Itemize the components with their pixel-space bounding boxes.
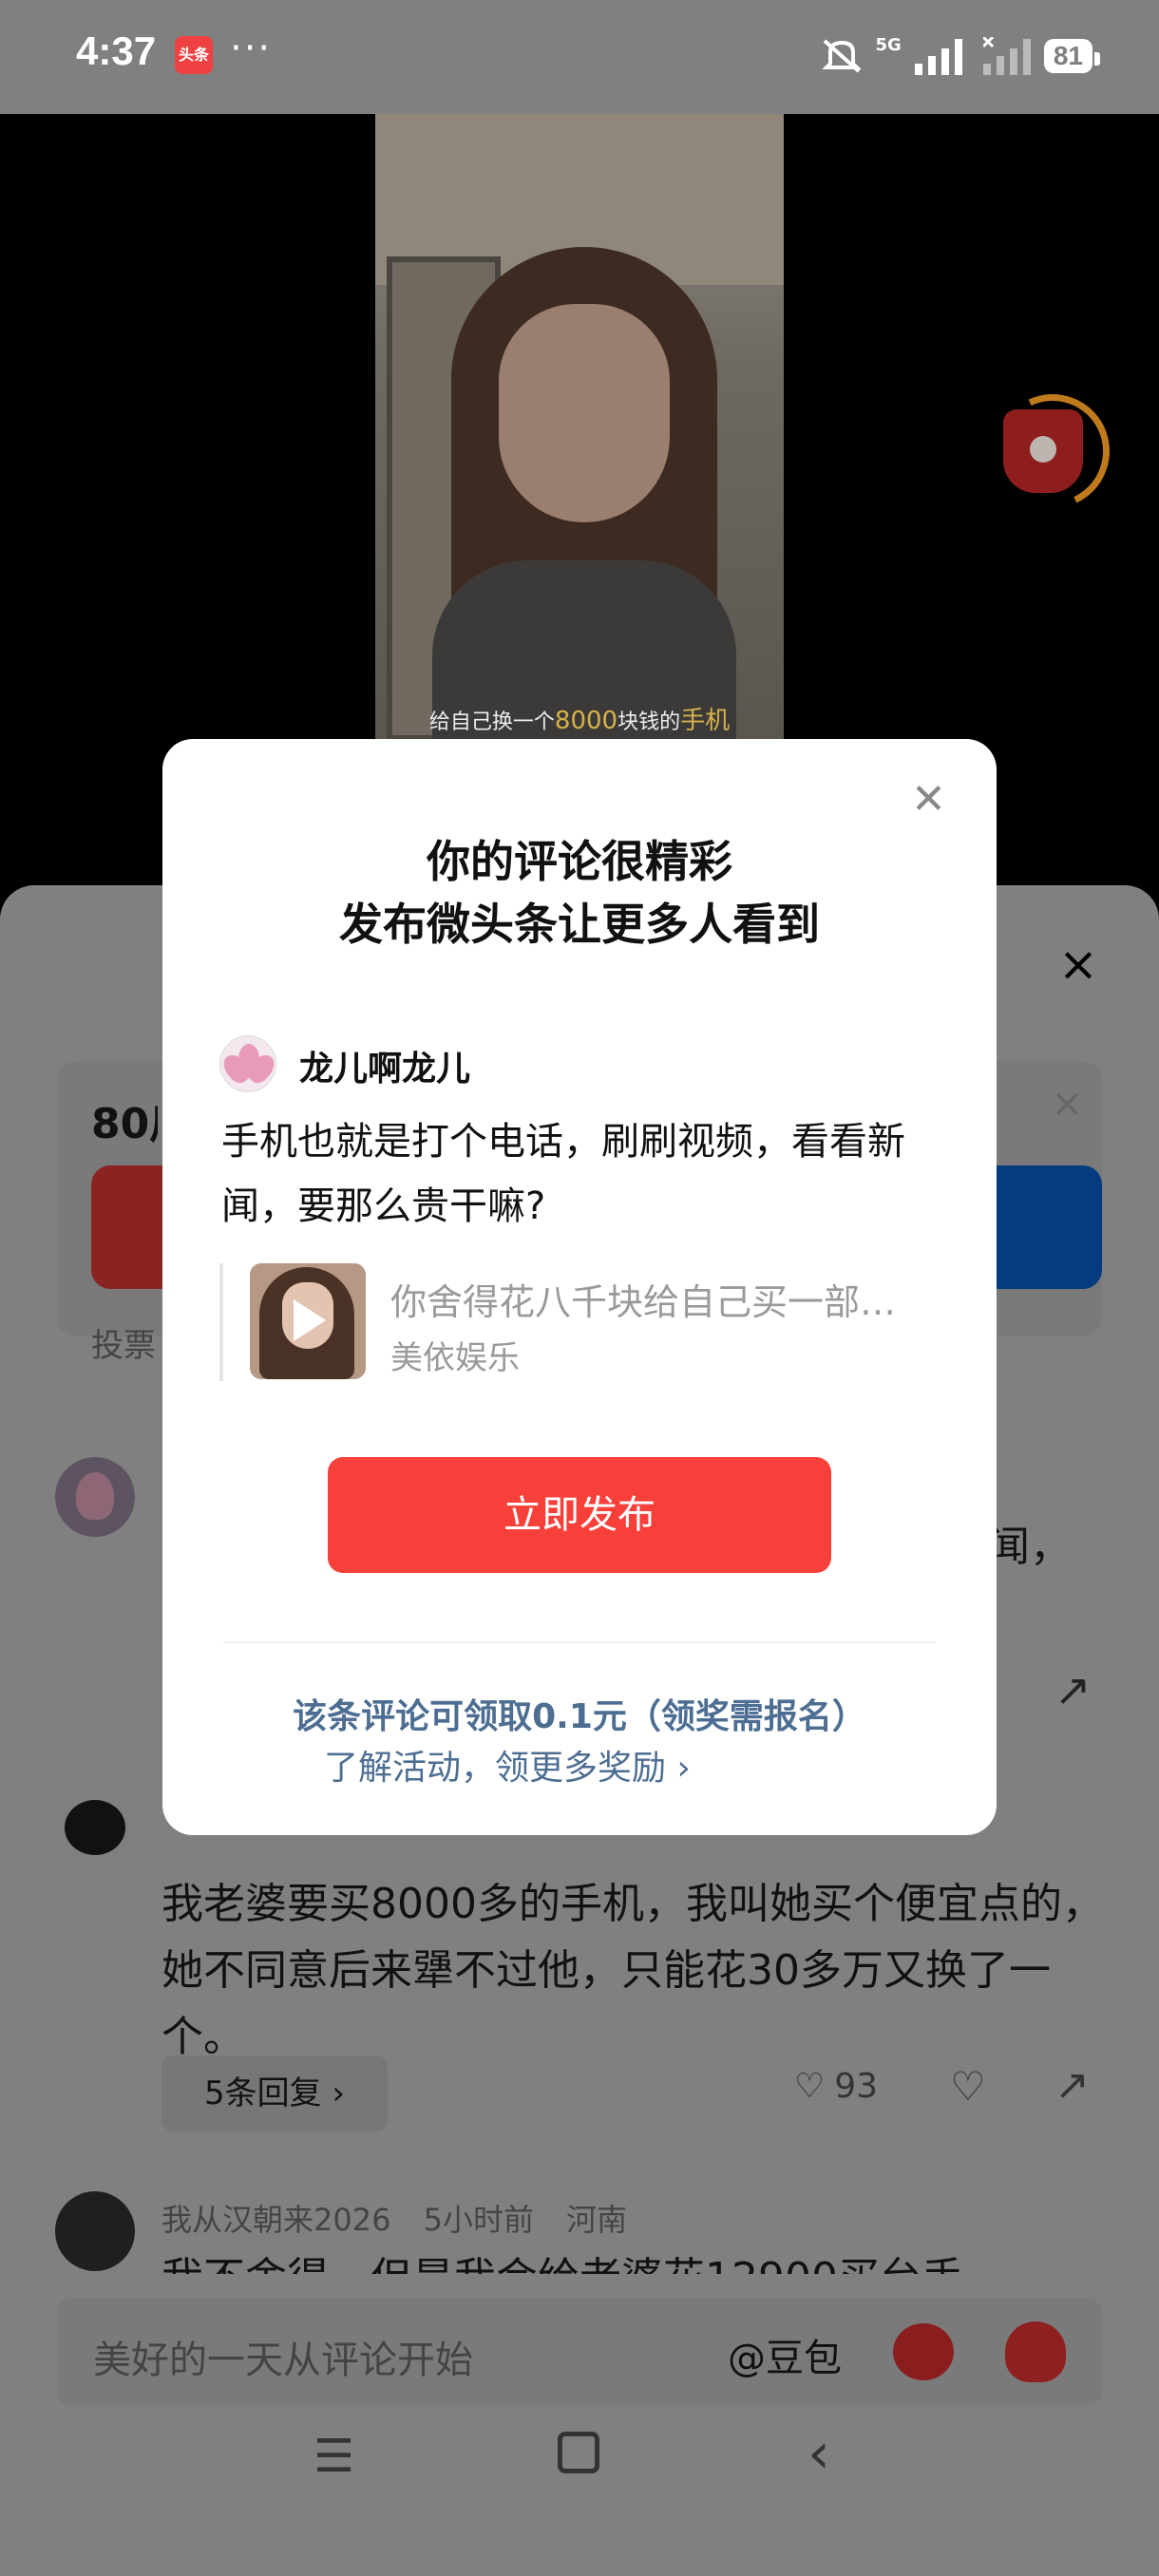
play-icon: [294, 1299, 326, 1341]
publish-popup: ✕ 你的评论很精彩 发布微头条让更多人看到 龙儿啊龙儿 手机也就是打个电话，刷刷…: [162, 739, 997, 1835]
popup-title: 你的评论很精彩 发布微头条让更多人看到: [339, 836, 820, 950]
status-bar: 4:37 头条 ··· 5G 81: [0, 0, 1159, 114]
back-nav-icon[interactable]: ‹: [808, 2420, 830, 2487]
quoted-video-title: 你舍得花八千块给自己买一部手机吗: [390, 1281, 922, 1323]
quoted-video-source: 美依娱乐: [390, 1339, 520, 1377]
mention-doubao-button[interactable]: @豆包: [728, 2327, 842, 2382]
vote-footer: 投票: [91, 1327, 156, 1365]
comment-username[interactable]: 我从汉朝来2026: [162, 2202, 390, 2238]
angry-emoji-icon[interactable]: [893, 2323, 954, 2380]
reward-text: 该条评论可领取0.1元（领奖需报名）: [293, 1697, 866, 1736]
replies-button[interactable]: 5条回复 ›: [162, 2055, 388, 2131]
vote-close-icon[interactable]: ×: [1051, 1082, 1083, 1126]
close-comments-icon[interactable]: ×: [1056, 940, 1100, 988]
divider: [223, 1641, 936, 1643]
comment-meta: 我从汉朝来2026 5小时前 河南: [162, 2196, 650, 2240]
battery-icon: 81: [1043, 39, 1101, 73]
publish-button[interactable]: 立即发布: [328, 1457, 831, 1573]
comment-input[interactable]: 美好的一天从评论开始: [93, 2329, 473, 2384]
comment-username: 龙儿啊龙儿: [299, 1050, 471, 1089]
avatar[interactable]: [55, 1792, 135, 1872]
comment-time: 5小时前: [423, 2202, 534, 2238]
red-packet-icon[interactable]: [979, 378, 1126, 524]
comment-text: 手机也就是打个电话，刷刷视频，看看新闻，要那么贵干嘛?: [221, 1120, 905, 1228]
status-time: 4:37: [76, 28, 157, 73]
avatar[interactable]: [55, 2191, 135, 2271]
mute-bell-icon: [821, 39, 862, 73]
share-icon[interactable]: ↗: [1054, 1664, 1092, 1715]
dislike-heart-icon[interactable]: ♡: [950, 2063, 986, 2110]
like-button[interactable]: ♡ 93: [785, 2067, 878, 2106]
video-subtitle: 给自己换一个8000块钱的手机: [428, 707, 731, 735]
close-icon[interactable]: ✕: [911, 779, 946, 821]
comment-location: 河南: [566, 2202, 628, 2238]
comment-input-bar[interactable]: 美好的一天从评论开始 @豆包: [57, 2299, 1102, 2405]
network-type: 5G: [875, 34, 902, 55]
heart-icon: ♡: [794, 2067, 826, 2106]
home-nav-icon[interactable]: [558, 2432, 599, 2473]
comment-text: 闻，: [988, 1523, 1072, 1571]
lotus-avatar: [219, 1035, 276, 1092]
more-notifications-icon: ···: [230, 27, 273, 70]
comment-text: 我老婆要买8000多的手机，我叫她买个便宜点的，她不同意后来犟不过他，只能花30…: [162, 1880, 1104, 2061]
menu-nav-icon[interactable]: ☰: [314, 2430, 354, 2483]
share-icon[interactable]: ↗: [1054, 2061, 1090, 2110]
rose-emoji-icon[interactable]: [1005, 2321, 1066, 2382]
video-frame: 给自己换一个8000块钱的手机: [375, 114, 784, 741]
like-count: 93: [834, 2067, 879, 2106]
status-indicators: 5G 81: [821, 32, 1101, 80]
more-rewards-link[interactable]: 了解活动，领更多奖励 ›: [324, 1740, 691, 1790]
toutiao-app-icon: 头条: [175, 36, 213, 74]
video-thumbnail: [250, 1263, 366, 1379]
quoted-video-card[interactable]: 你舍得花八千块给自己买一部手机吗 美依娱乐: [219, 1263, 941, 1381]
avatar[interactable]: [55, 1457, 135, 1537]
no-signal-icon: [982, 37, 1031, 75]
vote-title: 80后: [91, 1100, 158, 1148]
comment-text: 我不舍得，但是我会给老婆花12900买台手: [162, 2245, 1064, 2274]
signal-icon: [914, 39, 962, 75]
